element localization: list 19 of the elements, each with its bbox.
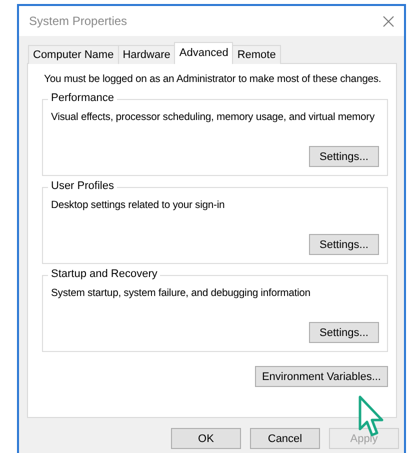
- tab[interactable]: Hardware: [118, 45, 176, 64]
- settings-button[interactable]: Settings...: [309, 234, 379, 255]
- group-description: System startup, system failure, and debugging information: [51, 288, 310, 299]
- tab[interactable]: Remote: [232, 45, 281, 64]
- tab[interactable]: Advanced: [174, 42, 234, 64]
- environment-variables-button[interactable]: Environment Variables...: [254, 366, 388, 387]
- settings-button[interactable]: Settings...: [309, 322, 379, 343]
- group-title: Performance: [48, 92, 117, 104]
- group-description: Visual effects, processor scheduling, memory usage, and virtual memory: [51, 112, 375, 123]
- group-description: Desktop settings related to your sign-in: [51, 200, 225, 211]
- notice-text: You must be logged on as an Administrator to make most of these changes.: [44, 74, 382, 85]
- dialog-button[interactable]: Cancel: [250, 428, 320, 449]
- close-icon[interactable]: [383, 16, 394, 26]
- group-title: Startup and Recovery: [48, 268, 160, 280]
- group-title: User Profiles: [48, 180, 117, 192]
- settings-button[interactable]: Settings...: [309, 146, 379, 167]
- window-title: System Properties: [29, 14, 128, 28]
- dialog-button[interactable]: OK: [171, 428, 241, 449]
- tab[interactable]: Computer Name: [28, 45, 119, 64]
